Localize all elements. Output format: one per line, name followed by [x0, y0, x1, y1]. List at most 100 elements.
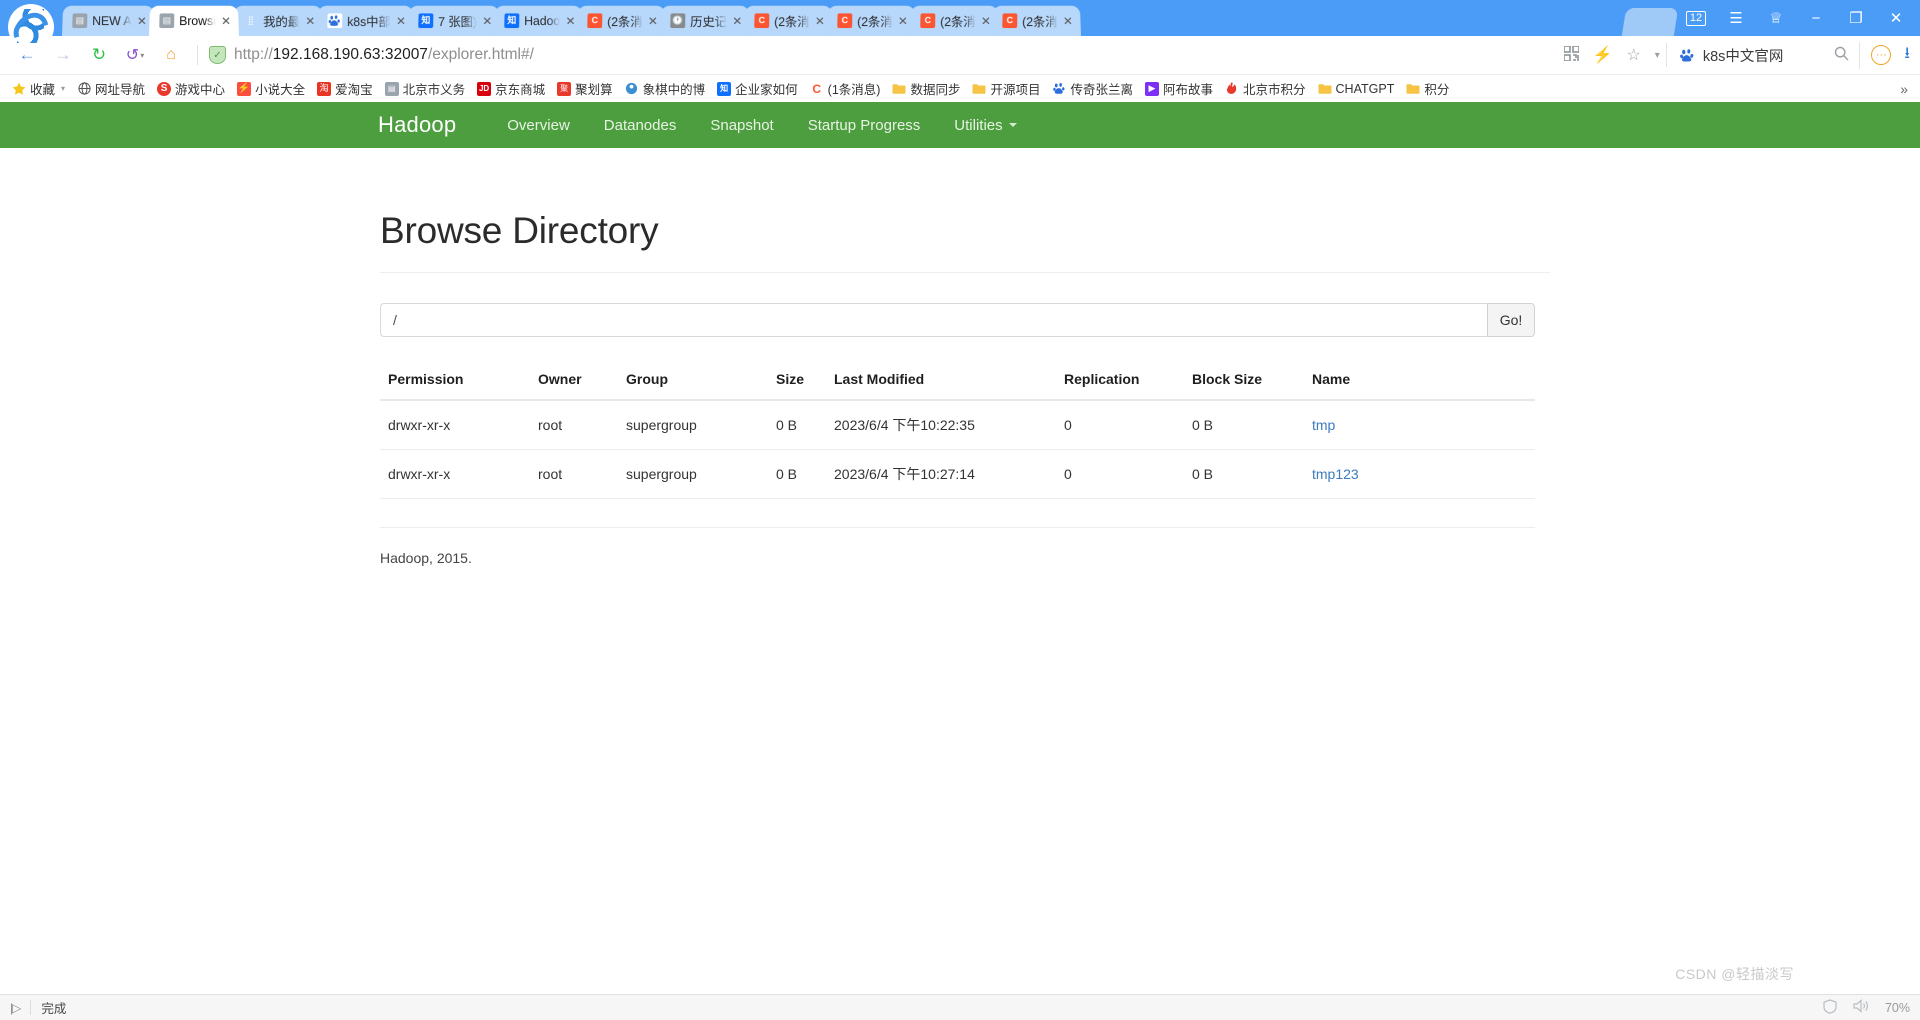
tao-icon: 淘 [317, 81, 332, 96]
more-options-icon[interactable]: ··· [1871, 45, 1892, 65]
bookmark-item[interactable]: 收藏 ▾ [6, 78, 71, 100]
browser-tab[interactable]: 🕐 历史记 ✕ [660, 5, 751, 37]
cell-owner: root [530, 449, 618, 499]
search-box[interactable]: k8s中文官网 [1665, 43, 1850, 67]
column-header-last-modified: Last Modified [826, 365, 1056, 401]
baidu-icon[interactable] [1679, 47, 1696, 64]
bookmark-item[interactable]: ⚡ 小说大全 [231, 78, 311, 100]
bookmark-item[interactable]: 淘爱淘宝 [311, 78, 379, 100]
history-icon[interactable]: ↺ ▾ [118, 40, 152, 70]
maximize-button[interactable]: ❐ [1836, 0, 1876, 36]
folder-icon [1406, 82, 1420, 96]
tab-close-icon[interactable]: ✕ [732, 14, 743, 28]
nav-link-snapshot[interactable]: Snapshot [693, 102, 790, 148]
hadoop-brand[interactable]: Hadoop [378, 112, 472, 138]
nav-link-utilities[interactable]: Utilities [937, 102, 1033, 148]
bookmark-item[interactable]: 数据同步 [886, 78, 966, 100]
chevron-down-icon[interactable]: ▾ [61, 84, 65, 93]
directory-link[interactable]: tmp123 [1312, 466, 1359, 482]
browser-tab[interactable]: C (2条消 ✕ [744, 5, 833, 37]
browser-tab[interactable]: C (2条消 ✕ [992, 5, 1082, 37]
browser-tab[interactable]: k8s中部 ✕ [316, 5, 414, 37]
bookmark-item[interactable]: 聚聚划算 [551, 78, 619, 100]
nav-link-datanodes[interactable]: Datanodes [587, 102, 694, 148]
cell-last-modified: 2023/6/4 下午10:22:35 [826, 400, 1056, 450]
bookmark-item[interactable]: S 游戏中心 [151, 78, 231, 100]
bookmark-item[interactable]: 积分 [1400, 78, 1455, 100]
browser-tab[interactable]: 知7 张图) ✕ [407, 5, 500, 37]
qr-code-icon[interactable] [1562, 44, 1580, 65]
tab-close-icon[interactable]: ✕ [565, 14, 576, 28]
tab-close-icon[interactable]: ✕ [220, 14, 231, 28]
bookmark-item[interactable]: 象棋中的博 [619, 78, 712, 100]
title-divider [380, 272, 1550, 273]
directory-path-input[interactable] [380, 303, 1487, 337]
folder-icon [892, 82, 906, 96]
tab-close-icon[interactable]: ✕ [1063, 14, 1074, 28]
menu-icon[interactable]: ☰ [1716, 0, 1756, 36]
bookmark-label: 阿布故事 [1163, 83, 1214, 97]
search-icon[interactable] [1834, 46, 1849, 65]
page-footer: Hadoop, 2015. [380, 550, 472, 566]
browser-tab[interactable]: ⣿ 我的最 ✕ [232, 5, 323, 37]
go-button[interactable]: Go! [1487, 303, 1535, 337]
download-icon[interactable]: ⭳ [1904, 42, 1910, 69]
shield-icon[interactable] [1823, 998, 1837, 1017]
nav-link-overview[interactable]: Overview [490, 102, 587, 148]
tab-close-icon[interactable]: ✕ [136, 14, 147, 28]
table-row: drwxr-xr-x root supergroup 0 B 2023/6/4 下午10… [380, 449, 1535, 499]
reload-icon[interactable]: ↻ [82, 40, 116, 70]
tab-close-icon[interactable]: ✕ [648, 14, 659, 28]
bookmark-item[interactable]: CHATGPT [1312, 78, 1401, 100]
tab-close-icon[interactable]: ✕ [481, 14, 492, 28]
bookmark-star-icon[interactable]: ☆ [1626, 45, 1640, 65]
bookmark-item[interactable]: 北京市积分 [1219, 78, 1312, 100]
bookmark-label: 象棋中的博 [642, 83, 706, 97]
tab-close-icon[interactable]: ✕ [980, 14, 991, 28]
tab-close-icon[interactable]: ✕ [395, 14, 406, 28]
browser-tab[interactable]: ▤ Browsi ✕ [148, 5, 239, 37]
bookmark-item[interactable]: 传奇张兰离 [1046, 78, 1139, 100]
browser-tab[interactable]: C (2条消 ✕ [577, 5, 667, 37]
bookmark-item[interactable]: C (1条消息) [804, 78, 887, 100]
forward-icon[interactable]: → [46, 40, 80, 70]
browser-tab[interactable]: 知 Hadoo ✕ [493, 5, 584, 37]
bookmarks-overflow-button[interactable]: » [1894, 81, 1914, 97]
bookmark-item[interactable]: 网址导航 [71, 78, 151, 100]
bookmark-item[interactable]: ▤ 北京市义务 [379, 78, 472, 100]
sound-icon[interactable] [1853, 999, 1869, 1016]
tab-close-icon[interactable]: ✕ [897, 14, 908, 28]
home-icon[interactable]: ⌂ [154, 40, 188, 70]
browser-tab[interactable]: C (2条消 ✕ [826, 5, 916, 37]
minimize-button[interactable]: − [1796, 0, 1836, 36]
browser-tab[interactable]: ▤ NEW A ✕ [62, 5, 155, 37]
path-form: Go! [380, 303, 1535, 337]
tab-close-icon[interactable]: ✕ [304, 14, 315, 28]
bookmark-item[interactable]: 知企业家如何 [711, 78, 804, 100]
directory-link[interactable]: tmp [1312, 417, 1335, 433]
document-icon: ▤ [159, 13, 175, 29]
chevron-down-icon[interactable]: ▾ [1655, 50, 1660, 61]
bookmark-item[interactable]: JD 京东商城 [471, 78, 551, 100]
window-controls: 12 ☰ ♕ − ❐ ✕ [1676, 0, 1920, 36]
lightning-icon[interactable]: ⚡ [1593, 45, 1613, 65]
address-bar[interactable]: ✓ http://192.168.190.63:32007/explorer.h… [207, 41, 1664, 69]
tab-close-icon[interactable]: ✕ [814, 14, 825, 28]
bookmark-label: 北京市积分 [1243, 83, 1306, 97]
cell-name[interactable]: tmp [1304, 400, 1535, 450]
close-window-button[interactable]: ✕ [1876, 0, 1916, 36]
bookmark-item[interactable]: ▶ 阿布故事 [1139, 78, 1219, 100]
table-row: drwxr-xr-x root supergroup 0 B 2023/6/4 下午10… [380, 400, 1535, 450]
tab-count-button[interactable]: 12 [1676, 0, 1716, 36]
bookmark-label: 传奇张兰离 [1070, 83, 1133, 97]
play-icon[interactable]: |▷ [10, 1001, 21, 1015]
new-tab-button[interactable] [1621, 8, 1679, 36]
browser-tab[interactable]: C (2条消 ✕ [909, 5, 999, 37]
zoom-level-label[interactable]: 70% [1885, 1001, 1910, 1015]
skin-icon[interactable]: ♕ [1756, 0, 1796, 36]
back-icon[interactable]: ← [10, 40, 44, 70]
nav-link-startup-progress[interactable]: Startup Progress [791, 102, 938, 148]
status-text: 完成 [41, 1002, 67, 1016]
cell-name[interactable]: tmp123 [1304, 449, 1535, 499]
bookmark-item[interactable]: 开源项目 [966, 78, 1046, 100]
